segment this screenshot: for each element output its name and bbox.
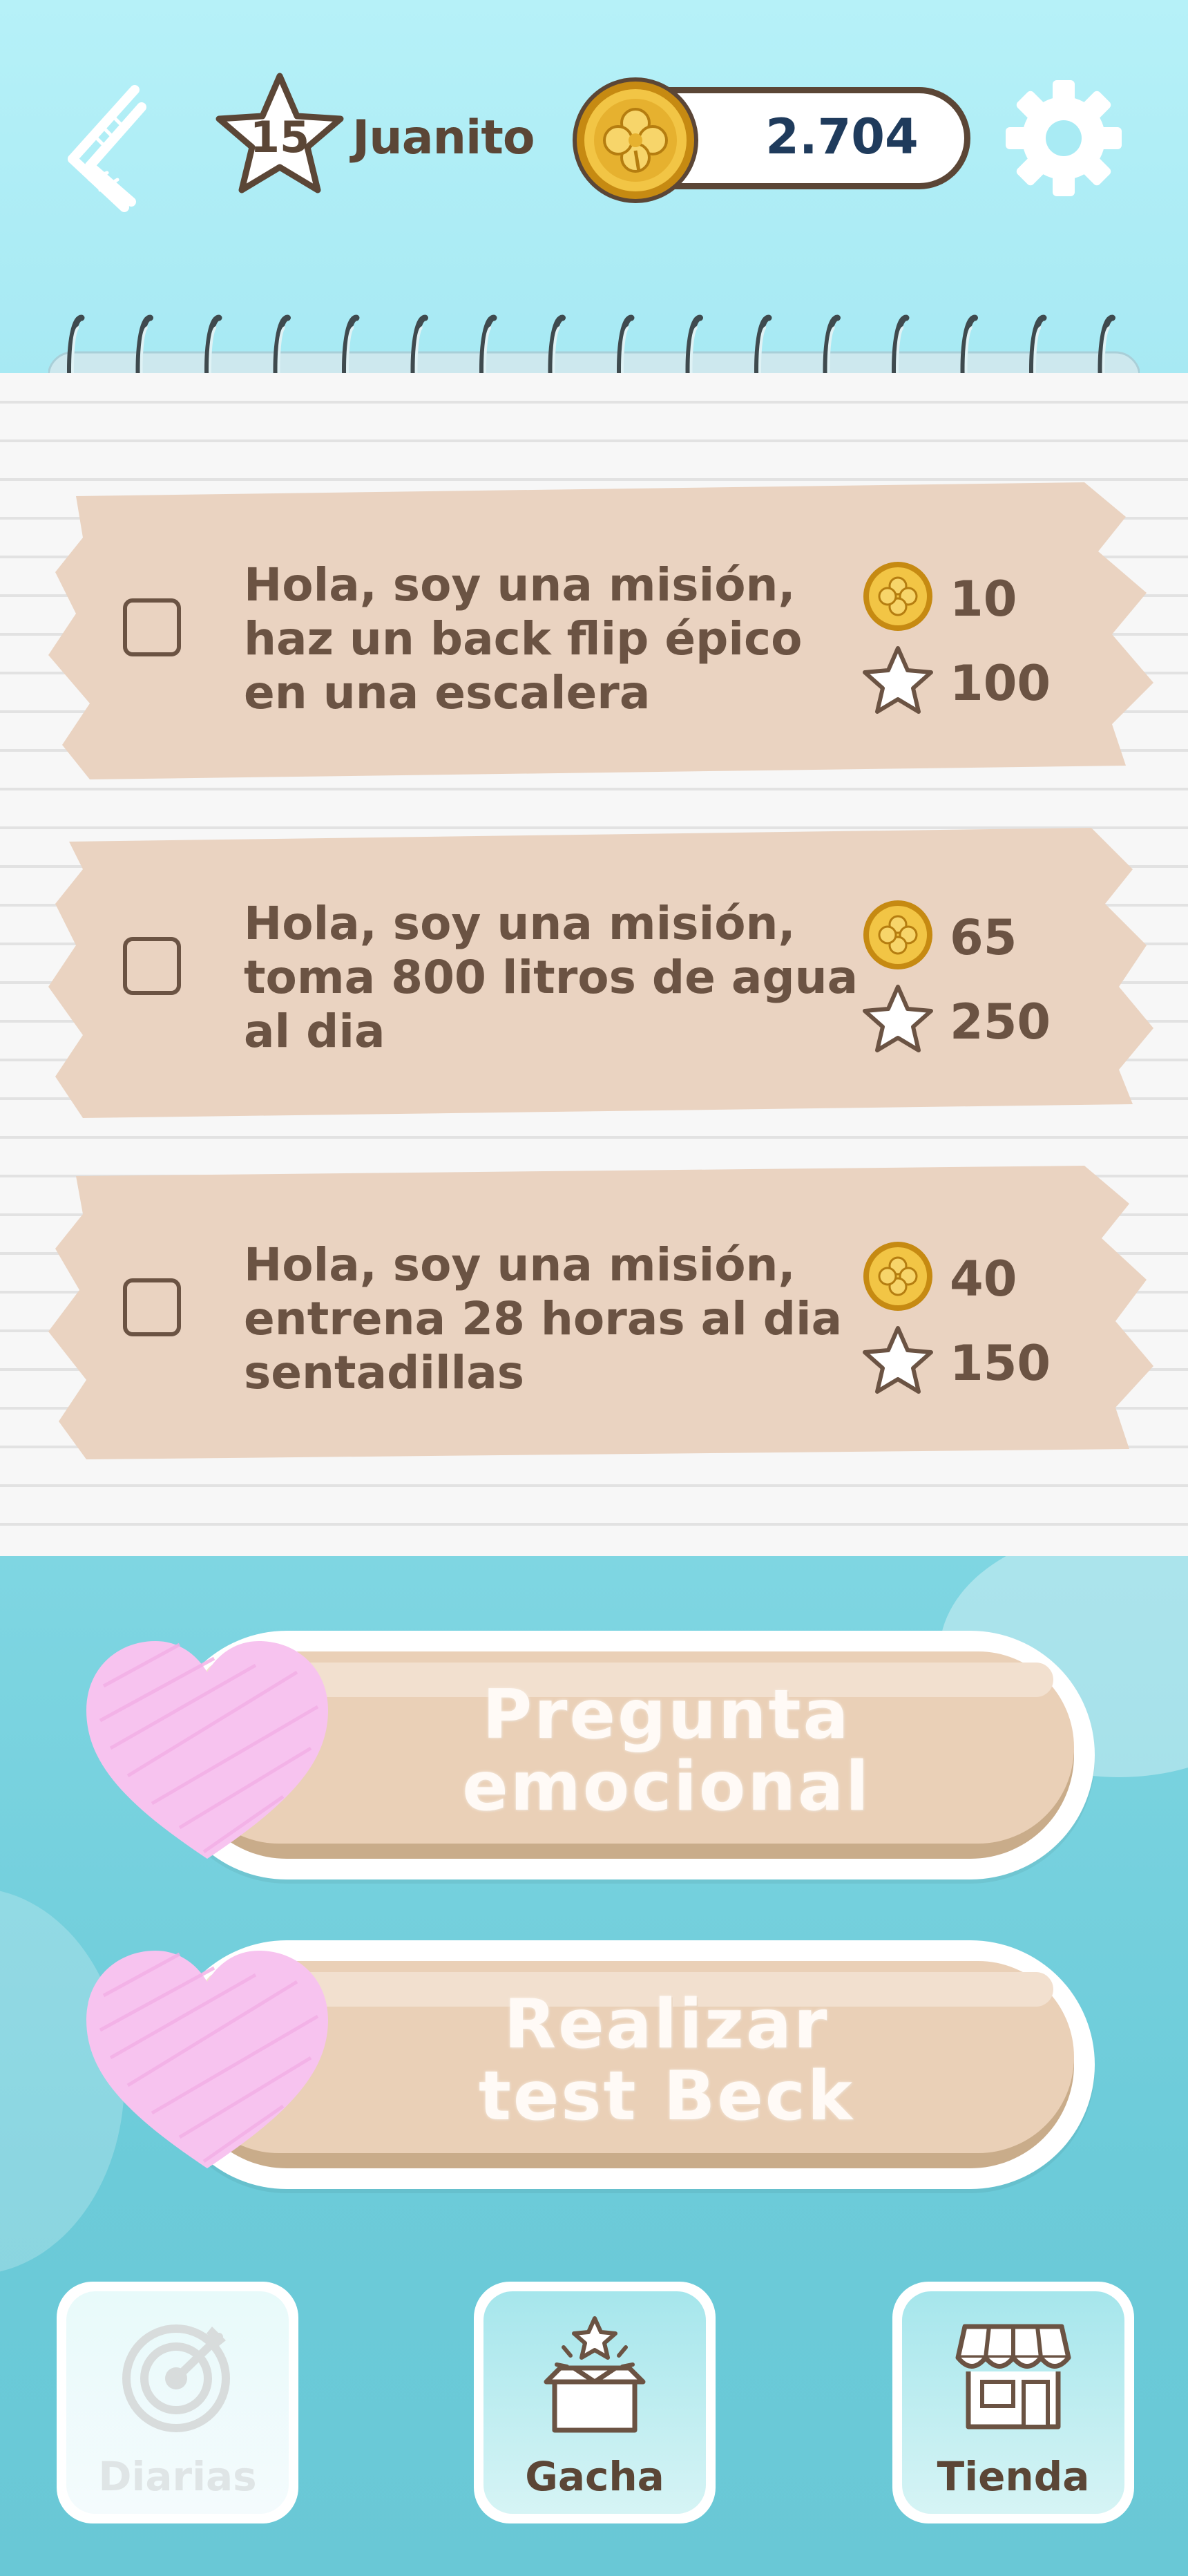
coin-reward: 10 bbox=[860, 558, 1109, 634]
level-badge: 15 bbox=[211, 69, 349, 200]
xp-reward-value: 100 bbox=[950, 655, 1051, 712]
mission-line: Hola, soy una misión, bbox=[244, 897, 796, 950]
star-icon bbox=[863, 646, 933, 714]
xp-reward: 150 bbox=[860, 1323, 1109, 1399]
mission-line: sentadillas bbox=[244, 1346, 525, 1399]
nav-daily-button[interactable]: Diarias bbox=[57, 2282, 298, 2523]
mission-line: entrena 28 horas al dia bbox=[244, 1292, 843, 1345]
mission-line: Hola, soy una misión, bbox=[244, 1238, 796, 1291]
coin-reward-value: 10 bbox=[950, 571, 1017, 627]
heart-icon bbox=[86, 1951, 328, 2168]
target-icon bbox=[122, 2324, 230, 2432]
mission-text: Hola, soy una misión, entrena 28 horas a… bbox=[244, 1238, 921, 1400]
coin-reward-value: 40 bbox=[950, 1251, 1017, 1307]
mission-line: toma 800 litros de agua bbox=[244, 951, 859, 1004]
mission-text: Hola, soy una misión, haz un back flip é… bbox=[244, 558, 921, 720]
nav-shop-label: Tienda bbox=[937, 2453, 1090, 2500]
xp-reward: 100 bbox=[860, 643, 1109, 719]
coin-icon bbox=[863, 900, 932, 969]
gift-box-icon bbox=[544, 2316, 646, 2433]
player-name: Juanito bbox=[352, 111, 535, 165]
coin-reward: 40 bbox=[860, 1238, 1109, 1314]
nav-gacha-label: Gacha bbox=[525, 2453, 664, 2500]
gear-icon[interactable] bbox=[1002, 76, 1126, 200]
nav-gacha-button[interactable]: Gacha bbox=[474, 2282, 716, 2523]
mission-card: Hola, soy una misión, entrena 28 horas a… bbox=[48, 1155, 1153, 1466]
emotional-question-label: Pregunta emocional bbox=[462, 1676, 871, 1826]
nav-shop-button[interactable]: Tienda bbox=[892, 2282, 1134, 2523]
coin-reward-value: 65 bbox=[950, 909, 1017, 966]
star-icon bbox=[863, 1326, 933, 1394]
mission-line: haz un back flip épico bbox=[244, 612, 803, 665]
coin-amount: 2.704 bbox=[765, 108, 919, 165]
level-number: 15 bbox=[249, 112, 310, 162]
logo-icon[interactable] bbox=[59, 76, 155, 214]
mission-checkbox[interactable] bbox=[123, 598, 181, 656]
mission-checkbox[interactable] bbox=[123, 1278, 181, 1336]
mission-line: Hola, soy una misión, bbox=[244, 558, 796, 612]
mission-card: Hola, soy una misión, toma 800 litros de… bbox=[48, 814, 1153, 1125]
mission-line: al dia bbox=[244, 1005, 385, 1058]
nav-daily-label: Diarias bbox=[98, 2453, 257, 2500]
coin-reward: 65 bbox=[860, 897, 1109, 973]
mission-text: Hola, soy una misión, toma 800 litros de… bbox=[244, 897, 921, 1059]
shop-icon bbox=[955, 2324, 1071, 2430]
coin-icon bbox=[573, 77, 698, 203]
xp-reward: 250 bbox=[860, 981, 1109, 1057]
mission-card: Hola, soy una misión, haz un back flip é… bbox=[48, 475, 1153, 786]
xp-reward-value: 150 bbox=[950, 1335, 1051, 1392]
beck-test-label: Realizar test Beck bbox=[478, 1985, 855, 2136]
top-bar: 15 Juanito 2.704 bbox=[0, 0, 1188, 425]
coin-icon bbox=[863, 562, 932, 631]
heart-icon bbox=[86, 1641, 328, 1859]
coin-icon bbox=[863, 1242, 932, 1311]
star-icon bbox=[863, 985, 933, 1052]
mission-line: en una escalera bbox=[244, 666, 651, 719]
xp-reward-value: 250 bbox=[950, 994, 1051, 1050]
mission-checkbox[interactable] bbox=[123, 937, 181, 995]
